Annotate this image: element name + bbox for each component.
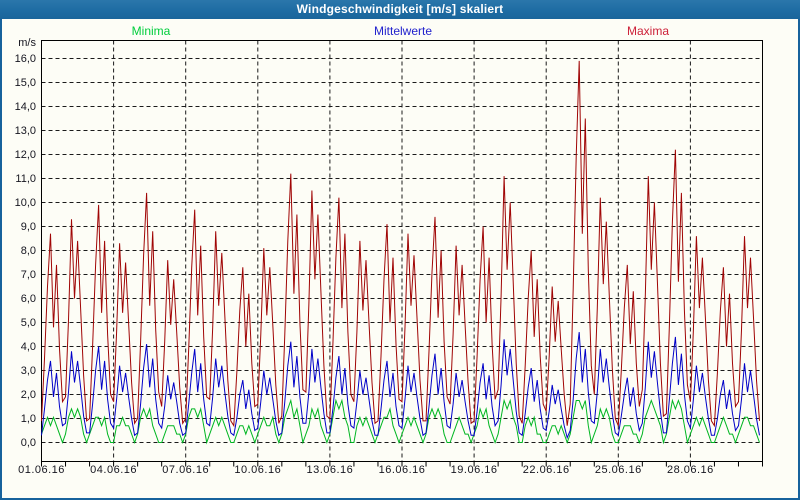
y-tick-label: 10,0 bbox=[14, 196, 36, 209]
x-tick-label: 25.06.16 bbox=[594, 464, 642, 476]
app-window: Windgeschwindigkeit [m/s] skaliert Minim… bbox=[0, 0, 800, 500]
y-tick-label: 3,0 bbox=[20, 364, 36, 377]
y-tick-label: 8,0 bbox=[20, 244, 36, 257]
y-tick-label: 9,0 bbox=[20, 220, 36, 233]
y-tick-label: 7,0 bbox=[20, 268, 36, 281]
x-tick-label: 10.06.16 bbox=[234, 464, 282, 476]
x-tick-label: 13.06.16 bbox=[306, 464, 354, 476]
x-tick-label: 04.06.16 bbox=[90, 464, 138, 476]
x-tick-label: 01.06.16 bbox=[18, 464, 65, 476]
x-tick-label: 22.06.16 bbox=[522, 464, 570, 476]
wind-speed-chart bbox=[41, 40, 763, 467]
y-tick-label: 16,0 bbox=[14, 52, 36, 65]
y-tick-label: 13,0 bbox=[14, 124, 36, 137]
y-tick-label: 5,0 bbox=[20, 316, 36, 329]
y-tick-label: 12,0 bbox=[14, 148, 36, 161]
y-tick-label: 15,0 bbox=[14, 76, 36, 89]
y-tick-label: 2,0 bbox=[20, 388, 36, 401]
y-tick-label: 11,0 bbox=[15, 172, 36, 185]
y-tick-label: 0,0 bbox=[20, 436, 36, 449]
x-tick-label: 07.06.16 bbox=[162, 464, 210, 476]
y-tick-label: 14,0 bbox=[14, 100, 36, 113]
x-tick-label: 16.06.16 bbox=[378, 464, 426, 476]
x-tick-label: 19.06.16 bbox=[450, 464, 498, 476]
x-tick-label: 28.06.16 bbox=[666, 464, 714, 476]
y-tick-label: 6,0 bbox=[20, 292, 36, 305]
y-tick-label: 4,0 bbox=[20, 340, 36, 353]
y-tick-label: 1,0 bbox=[20, 412, 36, 425]
minima-line bbox=[41, 398, 760, 445]
mittelwerte-line bbox=[41, 332, 760, 440]
